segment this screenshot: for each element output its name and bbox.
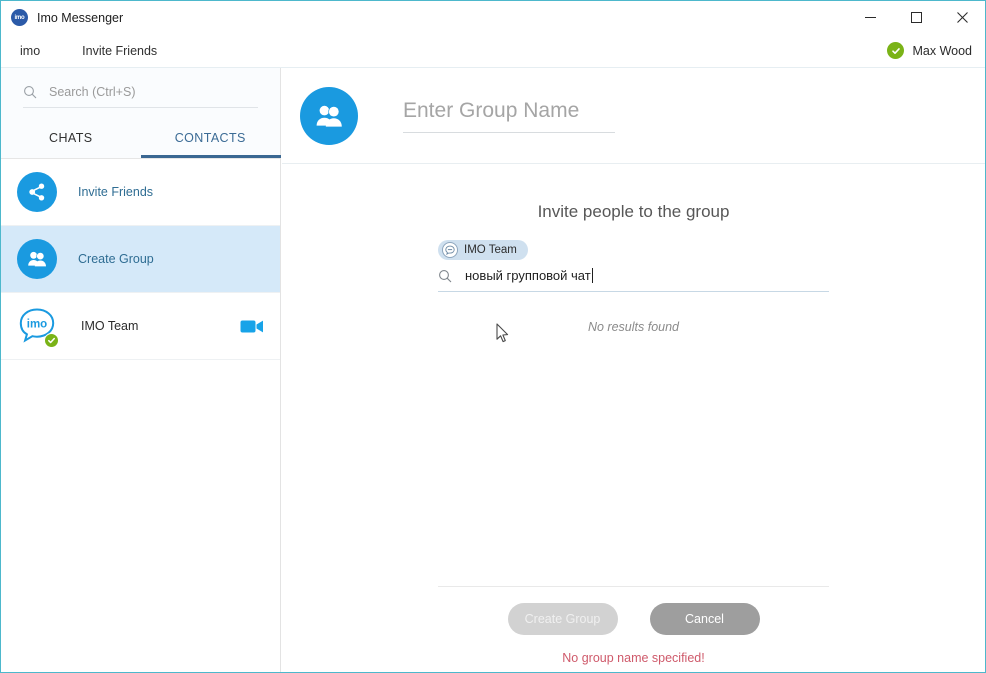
group-name-input-wrapper[interactable]: Enter Group Name — [403, 99, 615, 133]
group-name-input[interactable]: Enter Group Name — [403, 99, 579, 122]
user-account[interactable]: Max Wood — [887, 42, 972, 59]
maximize-button[interactable] — [893, 1, 939, 34]
share-icon — [17, 172, 57, 212]
group-avatar-icon[interactable] — [300, 86, 358, 145]
verified-check-icon — [44, 333, 59, 348]
tab-active-indicator — [141, 155, 281, 158]
menu-item-invite-friends[interactable]: Invite Friends — [75, 41, 164, 61]
sidebar-search-area: Search (Ctrl+S) — [1, 68, 280, 118]
no-results-message: No results found — [587, 320, 680, 334]
create-group-button[interactable]: Create Group — [507, 603, 618, 635]
title-bar: imo Imo Messenger — [1, 1, 985, 34]
sidebar-item-invite-friends[interactable]: Invite Friends — [1, 159, 280, 226]
imo-small-icon — [442, 242, 458, 258]
member-chip-label: IMO Team — [464, 244, 517, 256]
error-message: No group name specified! — [562, 651, 705, 665]
svg-text:imo: imo — [27, 319, 47, 331]
text-caret — [591, 268, 593, 283]
imo-bubble-icon: imo — [14, 303, 60, 349]
selected-members-chips: IMO Team — [438, 240, 985, 260]
member-chip-imo-team[interactable]: IMO Team — [438, 240, 528, 260]
menu-bar: imo Invite Friends Max Wood — [1, 34, 985, 68]
search-icon — [438, 269, 452, 283]
imo-logo-text: imo — [14, 14, 25, 21]
close-button[interactable] — [939, 1, 985, 34]
dialog-buttons: Create Group Cancel — [438, 603, 829, 635]
search-icon — [23, 85, 37, 99]
cancel-button[interactable]: Cancel — [649, 603, 760, 635]
minimize-button[interactable] — [847, 1, 893, 34]
group-name-header: Enter Group Name — [282, 68, 985, 164]
member-search-value: новый групповой чат — [465, 268, 591, 283]
member-search-input[interactable]: новый групповой чат — [465, 268, 593, 283]
dialog-footer: Create Group Cancel No group name specif… — [438, 586, 829, 665]
user-name-label: Max Wood — [912, 43, 972, 58]
main-panel: Enter Group Name Invite people to the gr… — [282, 68, 985, 672]
member-search-input-wrapper[interactable]: новый групповой чат — [438, 268, 829, 292]
sidebar: Search (Ctrl+S) CHATS CONTACTS Invite Fr… — [1, 68, 281, 672]
search-input[interactable]: Search (Ctrl+S) — [49, 85, 135, 99]
tab-chats[interactable]: CHATS — [1, 118, 141, 158]
group-people-icon — [17, 239, 57, 279]
imo-logo-icon: imo — [11, 9, 28, 26]
sidebar-item-list: Invite Friends Create Group imo IMO Team — [1, 159, 280, 360]
sidebar-item-label: IMO Team — [81, 319, 139, 333]
sidebar-item-imo-team[interactable]: imo IMO Team — [1, 293, 280, 360]
tab-contacts[interactable]: CONTACTS — [141, 118, 281, 158]
menu-item-imo[interactable]: imo — [13, 41, 47, 61]
sidebar-item-label: Create Group — [78, 252, 154, 266]
video-camera-icon[interactable] — [240, 318, 264, 335]
online-check-badge-icon — [887, 42, 905, 59]
sidebar-item-label: Invite Friends — [78, 185, 154, 199]
window-controls — [847, 1, 985, 34]
search-input-wrapper[interactable]: Search (Ctrl+S) — [23, 85, 258, 108]
window-title: Imo Messenger — [37, 10, 124, 25]
invite-title: Invite people to the group — [537, 202, 730, 221]
app-window: imo Imo Messenger imo Invite Friends Max… — [0, 0, 986, 673]
sidebar-tabs: CHATS CONTACTS — [1, 118, 281, 159]
sidebar-item-create-group[interactable]: Create Group — [1, 226, 280, 293]
